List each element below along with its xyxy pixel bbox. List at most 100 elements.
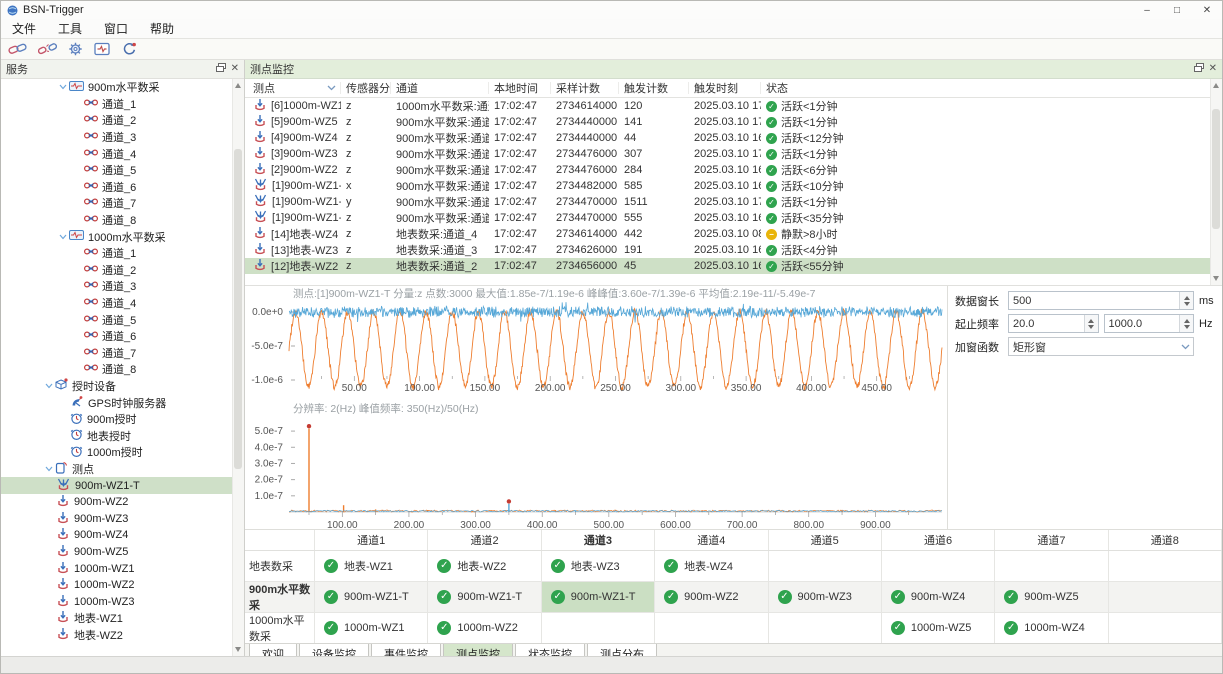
tree-item[interactable]: GPS时钟服务器 <box>1 394 244 411</box>
grid-cell[interactable]: ✓地表-WZ3 <box>542 551 655 581</box>
tree-item[interactable]: 通道_7 <box>1 345 244 362</box>
tree-item[interactable]: 通道_4 <box>1 295 244 312</box>
tree-item[interactable]: 通道_5 <box>1 311 244 328</box>
table-header-cell[interactable]: 传感器分量 <box>341 82 391 94</box>
minimize-button[interactable]: – <box>1132 1 1162 19</box>
tree-item[interactable]: 900m-WZ2 <box>1 494 244 511</box>
tree-item[interactable]: 通道_3 <box>1 278 244 295</box>
tree-item[interactable]: 900m-WZ1-T <box>1 477 244 494</box>
grid-cell[interactable] <box>769 613 882 643</box>
grid-cell[interactable]: ✓900m-WZ2 <box>655 582 768 612</box>
tree-item[interactable]: 通道_2 <box>1 112 244 129</box>
settings-gear-icon[interactable] <box>68 42 83 56</box>
table-scrollbar[interactable] <box>1210 79 1222 285</box>
table-row[interactable]: [3]900m-WZ3z900m水平数采:通道_517:02:472734476… <box>245 146 1222 162</box>
grid-cell[interactable]: ✓1000m-WZ1 <box>315 613 428 643</box>
tree-item[interactable]: 通道_8 <box>1 212 244 229</box>
connect-icon[interactable] <box>8 42 27 56</box>
tree-item[interactable]: 900m-WZ5 <box>1 544 244 561</box>
close-panel-icon[interactable]: ✕ <box>231 64 239 74</box>
tree-item[interactable]: 1000m水平数采 <box>1 228 244 245</box>
spinner-buttons[interactable] <box>1179 315 1193 332</box>
grid-cell[interactable]: ✓地表-WZ1 <box>315 551 428 581</box>
tree-item[interactable]: 通道_6 <box>1 179 244 196</box>
table-row[interactable]: [13]地表-WZ3z地表数采:通道_317:02:47273462600019… <box>245 242 1222 258</box>
scroll-down-icon[interactable] <box>235 647 241 652</box>
tree-expand-icon[interactable] <box>42 466 55 472</box>
tree-item[interactable]: 1000m授时 <box>1 444 244 461</box>
grid-cell[interactable]: ✓1000m-WZ5 <box>882 613 995 643</box>
close-panel-icon[interactable]: ✕ <box>1209 64 1217 74</box>
spinner-buttons[interactable] <box>1084 315 1098 332</box>
tree-item[interactable]: 1000m-WZ3 <box>1 593 244 610</box>
table-row[interactable]: [4]900m-WZ4z900m水平数采:通道_617:02:472734440… <box>245 130 1222 146</box>
table-row[interactable]: [2]900m-WZ2z900m水平数采:通道_417:02:472734476… <box>245 162 1222 178</box>
tree-item[interactable]: 通道_1 <box>1 245 244 262</box>
float-panel-icon[interactable] <box>216 63 226 75</box>
table-header-cell[interactable]: 测点 <box>245 82 341 94</box>
close-button[interactable]: ✕ <box>1192 1 1222 19</box>
grid-cell[interactable]: ✓900m-WZ4 <box>882 582 995 612</box>
grid-cell[interactable] <box>542 613 655 643</box>
grid-cell[interactable]: ✓1000m-WZ2 <box>428 613 541 643</box>
maximize-button[interactable]: □ <box>1162 1 1192 19</box>
grid-cell[interactable]: ✓900m-WZ1-T <box>428 582 541 612</box>
table-header-cell[interactable]: 状态 <box>761 82 1222 94</box>
tree-item[interactable]: 地表-WZ1 <box>1 610 244 627</box>
grid-cell[interactable]: ✓地表-WZ2 <box>428 551 541 581</box>
numeric-input[interactable]: 20.0 <box>1008 314 1099 333</box>
sort-chevron-icon[interactable] <box>327 82 336 94</box>
menu-item[interactable]: 帮助 <box>139 20 185 37</box>
tree-item[interactable]: 900m-WZ3 <box>1 510 244 527</box>
tree-item[interactable]: 通道_2 <box>1 262 244 279</box>
tree-item[interactable]: 通道_3 <box>1 129 244 146</box>
tree-item[interactable]: 通道_6 <box>1 328 244 345</box>
grid-cell[interactable]: ✓900m-WZ5 <box>995 582 1108 612</box>
tree-item[interactable]: 通道_1 <box>1 96 244 113</box>
table-header-cell[interactable]: 触发时刻 <box>689 82 761 94</box>
table-header-cell[interactable]: 采样计数 <box>551 82 619 94</box>
grid-cell[interactable] <box>882 551 995 581</box>
grid-cell[interactable]: ✓地表-WZ4 <box>655 551 768 581</box>
grid-cell[interactable] <box>1109 582 1222 612</box>
tree-item[interactable]: 1000m-WZ2 <box>1 577 244 594</box>
table-row[interactable]: [1]900m-WZ1-Tz900m水平数采:通道_317:02:4727344… <box>245 210 1222 226</box>
scroll-up-icon[interactable] <box>235 83 241 88</box>
table-row[interactable]: [6]1000m-WZ1z1000m水平数采:通道_117:02:4727346… <box>245 98 1222 114</box>
grid-cell[interactable] <box>1109 551 1222 581</box>
tree-item[interactable]: 地表-WZ2 <box>1 627 244 644</box>
menu-item[interactable]: 窗口 <box>93 20 139 37</box>
menu-item[interactable]: 文件 <box>1 20 47 37</box>
restart-icon[interactable] <box>121 42 137 56</box>
grid-cell[interactable]: ✓1000m-WZ4 <box>995 613 1108 643</box>
table-row[interactable]: [12]地表-WZ2z地表数采:通道_217:02:47273465600045… <box>245 258 1222 274</box>
numeric-input[interactable]: 1000.0 <box>1104 314 1195 333</box>
tree-expand-icon[interactable] <box>56 84 69 90</box>
window-function-select[interactable]: 矩形窗 <box>1008 337 1194 356</box>
oscilloscope-window-icon[interactable] <box>94 42 110 56</box>
tree-item[interactable]: 1000m-WZ1 <box>1 560 244 577</box>
tree-item[interactable]: 授时设备 <box>1 378 244 395</box>
scrollbar-thumb[interactable] <box>234 149 242 469</box>
table-row[interactable]: [1]900m-WZ1-Ty900m水平数采:通道_217:02:4727344… <box>245 194 1222 210</box>
disconnect-icon[interactable] <box>38 42 57 56</box>
tree-item[interactable]: 地表授时 <box>1 427 244 444</box>
scroll-up-icon[interactable] <box>1213 83 1219 88</box>
tree-item[interactable]: 通道_8 <box>1 361 244 378</box>
grid-cell[interactable]: ✓900m-WZ1-T <box>315 582 428 612</box>
table-row[interactable]: [5]900m-WZ5z900m水平数采:通道_717:02:472734440… <box>245 114 1222 130</box>
grid-cell[interactable]: ✓900m-WZ1-T <box>542 582 655 612</box>
tree-item[interactable]: 900m授时 <box>1 411 244 428</box>
tree-item[interactable]: 通道_4 <box>1 145 244 162</box>
tree-item[interactable]: 通道_7 <box>1 195 244 212</box>
spinner-buttons[interactable] <box>1179 292 1193 309</box>
table-row[interactable]: [14]地表-WZ4z地表数采:通道_417:02:47273461400044… <box>245 226 1222 242</box>
numeric-input[interactable]: 500 <box>1008 291 1194 310</box>
tree-item[interactable]: 通道_5 <box>1 162 244 179</box>
tree-item[interactable]: 900m-WZ4 <box>1 527 244 544</box>
tree-expand-icon[interactable] <box>42 383 55 389</box>
tree-item[interactable]: 测点 <box>1 461 244 478</box>
menu-item[interactable]: 工具 <box>47 20 93 37</box>
tree-item[interactable]: 900m水平数采 <box>1 79 244 96</box>
grid-cell[interactable] <box>995 551 1108 581</box>
